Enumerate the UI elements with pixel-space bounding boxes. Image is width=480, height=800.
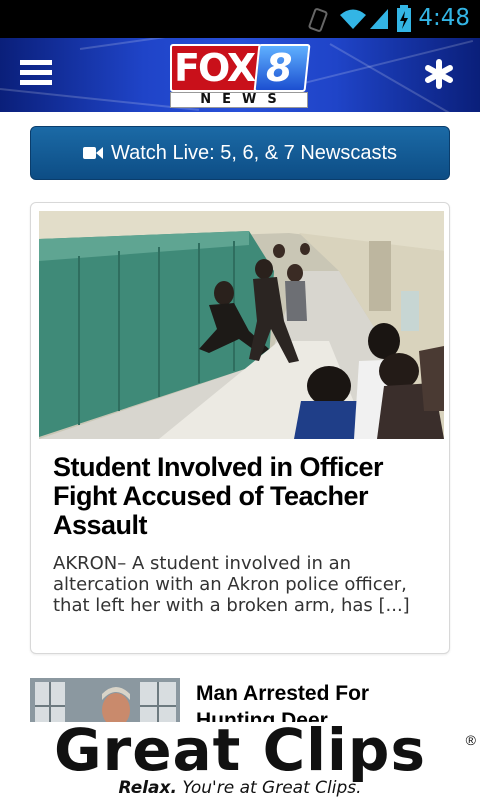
featured-story-title[interactable]: Student Involved in Officer Fight Accuse… xyxy=(53,453,433,540)
ad-registered-mark: ® xyxy=(465,732,476,748)
signal-icon xyxy=(370,9,388,29)
hamburger-menu-icon[interactable] xyxy=(20,60,52,90)
video-camera-icon xyxy=(82,147,103,159)
status-time: 4:48 xyxy=(418,5,470,31)
logo-fox-text: FOX xyxy=(174,46,256,90)
status-bar: 4:48 xyxy=(0,0,480,38)
logo-news-text: NEWS xyxy=(200,92,288,107)
wifi-icon xyxy=(340,9,366,29)
fox8-news-logo: FOX 8 NEWS xyxy=(170,44,311,108)
app-header: FOX 8 NEWS xyxy=(0,38,480,112)
featured-story-photo[interactable] xyxy=(39,211,444,439)
featured-story-card[interactable]: Student Involved in Officer Fight Accuse… xyxy=(30,202,450,654)
battery-charging-icon xyxy=(397,5,411,32)
ad-banner[interactable]: Great Clips ® Relax. You're at Great Cli… xyxy=(0,716,480,800)
ad-tagline: Relax. You're at Great Clips. xyxy=(0,778,480,798)
ad-tagline-italic: Relax. xyxy=(118,778,177,798)
featured-story-summary: AKRON– A student involved in an altercat… xyxy=(53,553,410,616)
ad-brand-text: Great Clips xyxy=(54,716,426,784)
vibrate-icon xyxy=(308,8,328,32)
logo-number-text: 8 xyxy=(266,46,293,90)
asterisk-icon[interactable] xyxy=(422,54,456,94)
watch-live-button[interactable]: Watch Live: 5, 6, & 7 Newscasts xyxy=(30,126,450,180)
ad-tagline-rest: You're at Great Clips. xyxy=(176,778,362,798)
watch-live-label: Watch Live: 5, 6, & 7 Newscasts xyxy=(110,141,398,164)
